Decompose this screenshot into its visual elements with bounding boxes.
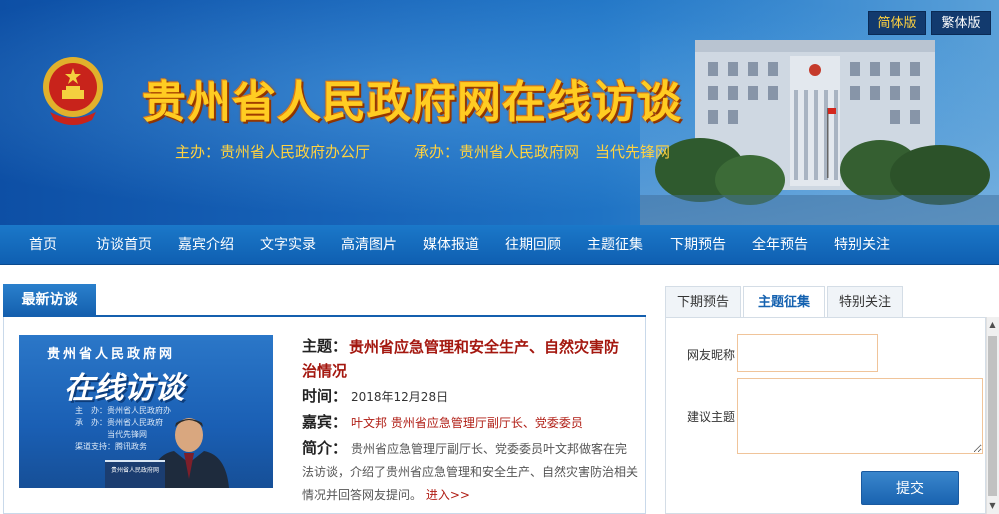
nav-home[interactable]: 首页 (29, 225, 57, 265)
nav-next-preview[interactable]: 下期预告 (670, 225, 726, 265)
simplified-chinese-button[interactable]: 简体版 (868, 11, 926, 35)
nav-past-review[interactable]: 往期回顾 (505, 225, 561, 265)
sponsor-partner-text: 当代先锋网 (595, 143, 671, 161)
tab-special-focus[interactable]: 特别关注 (827, 286, 903, 318)
nickname-label: 网友昵称 (687, 348, 736, 362)
intro-body: 贵州省应急管理厅副厅长、党委委员叶文邦做客在完法访谈，介绍了贵州省应急管理和安全… (302, 442, 639, 502)
suggested-topic-textarea[interactable] (737, 378, 983, 454)
nav-media-reports[interactable]: 媒体报道 (423, 225, 479, 265)
thumbnail-logo: 在线访谈 (64, 371, 184, 406)
sponsor-organizer-text: 承办：贵州省人民政府网 (414, 143, 580, 161)
header-banner: 贵州省人民政府网在线访谈 主办：贵州省人民政府办公厅 承办：贵州省人民政府网 当… (0, 0, 999, 225)
nav-year-preview[interactable]: 全年预告 (752, 225, 808, 265)
nav-interview-home[interactable]: 访谈首页 (96, 225, 152, 265)
tab-topic-collection[interactable]: 主题征集 (743, 286, 825, 318)
interview-date: 2018年12月28日 (351, 390, 449, 404)
read-more-link[interactable]: 进入>> (426, 488, 470, 502)
nav-transcript[interactable]: 文字实录 (260, 225, 316, 265)
intro-text: 贵州省应急管理厅副厅长、党委委员叶文邦做客在完法访谈，介绍了贵州省应急管理和安全… (302, 438, 638, 507)
submit-button[interactable]: 提交 (861, 471, 959, 505)
nav-guest-intro[interactable]: 嘉宾介绍 (178, 225, 234, 265)
desk-label: 贵州省人民政府网 (110, 467, 159, 474)
traditional-chinese-button[interactable]: 繁体版 (931, 11, 991, 35)
interview-thumbnail[interactable]: 贵州省人民政府网 在线访谈 主 办：贵州省人民政府办 承 办：贵州省人民政府 当… (19, 335, 273, 488)
topic-link-continued[interactable]: 治情况 (302, 359, 347, 383)
scrollbar-thumb[interactable] (988, 336, 997, 496)
suggested-topic-label: 建议主题 (687, 410, 736, 424)
topic-label: 主题： (302, 337, 348, 355)
latest-interview-heading: 最新访谈 (3, 284, 96, 316)
topic-link[interactable]: 贵州省应急管理和安全生产、自然灾害防 (349, 335, 641, 359)
government-building-image (640, 20, 999, 225)
scroll-up-arrow-icon[interactable]: ▲ (987, 319, 998, 331)
scroll-down-arrow-icon[interactable]: ▼ (987, 500, 998, 512)
nickname-input[interactable] (737, 334, 878, 372)
guest-label: 嘉宾： (302, 413, 348, 431)
sponsor-host-text: 主办：贵州省人民政府办公厅 (175, 143, 371, 161)
nav-hd-photos[interactable]: 高清图片 (341, 225, 397, 265)
guest-name: 叶文邦 贵州省应急管理厅副厅长、党委委员 (351, 416, 583, 430)
nav-special-focus[interactable]: 特别关注 (834, 225, 890, 265)
time-label: 时间： (302, 387, 348, 405)
main-nav: 首页 访谈首页 嘉宾介绍 文字实录 高清图片 媒体报道 往期回顾 主题征集 下期… (0, 225, 999, 265)
nav-topic-collection[interactable]: 主题征集 (587, 225, 643, 265)
national-emblem-icon (43, 57, 103, 125)
tab-next-preview[interactable]: 下期预告 (665, 286, 741, 318)
site-title: 贵州省人民政府网在线访谈 (142, 77, 682, 128)
thumbnail-header: 贵州省人民政府网 (47, 347, 176, 362)
